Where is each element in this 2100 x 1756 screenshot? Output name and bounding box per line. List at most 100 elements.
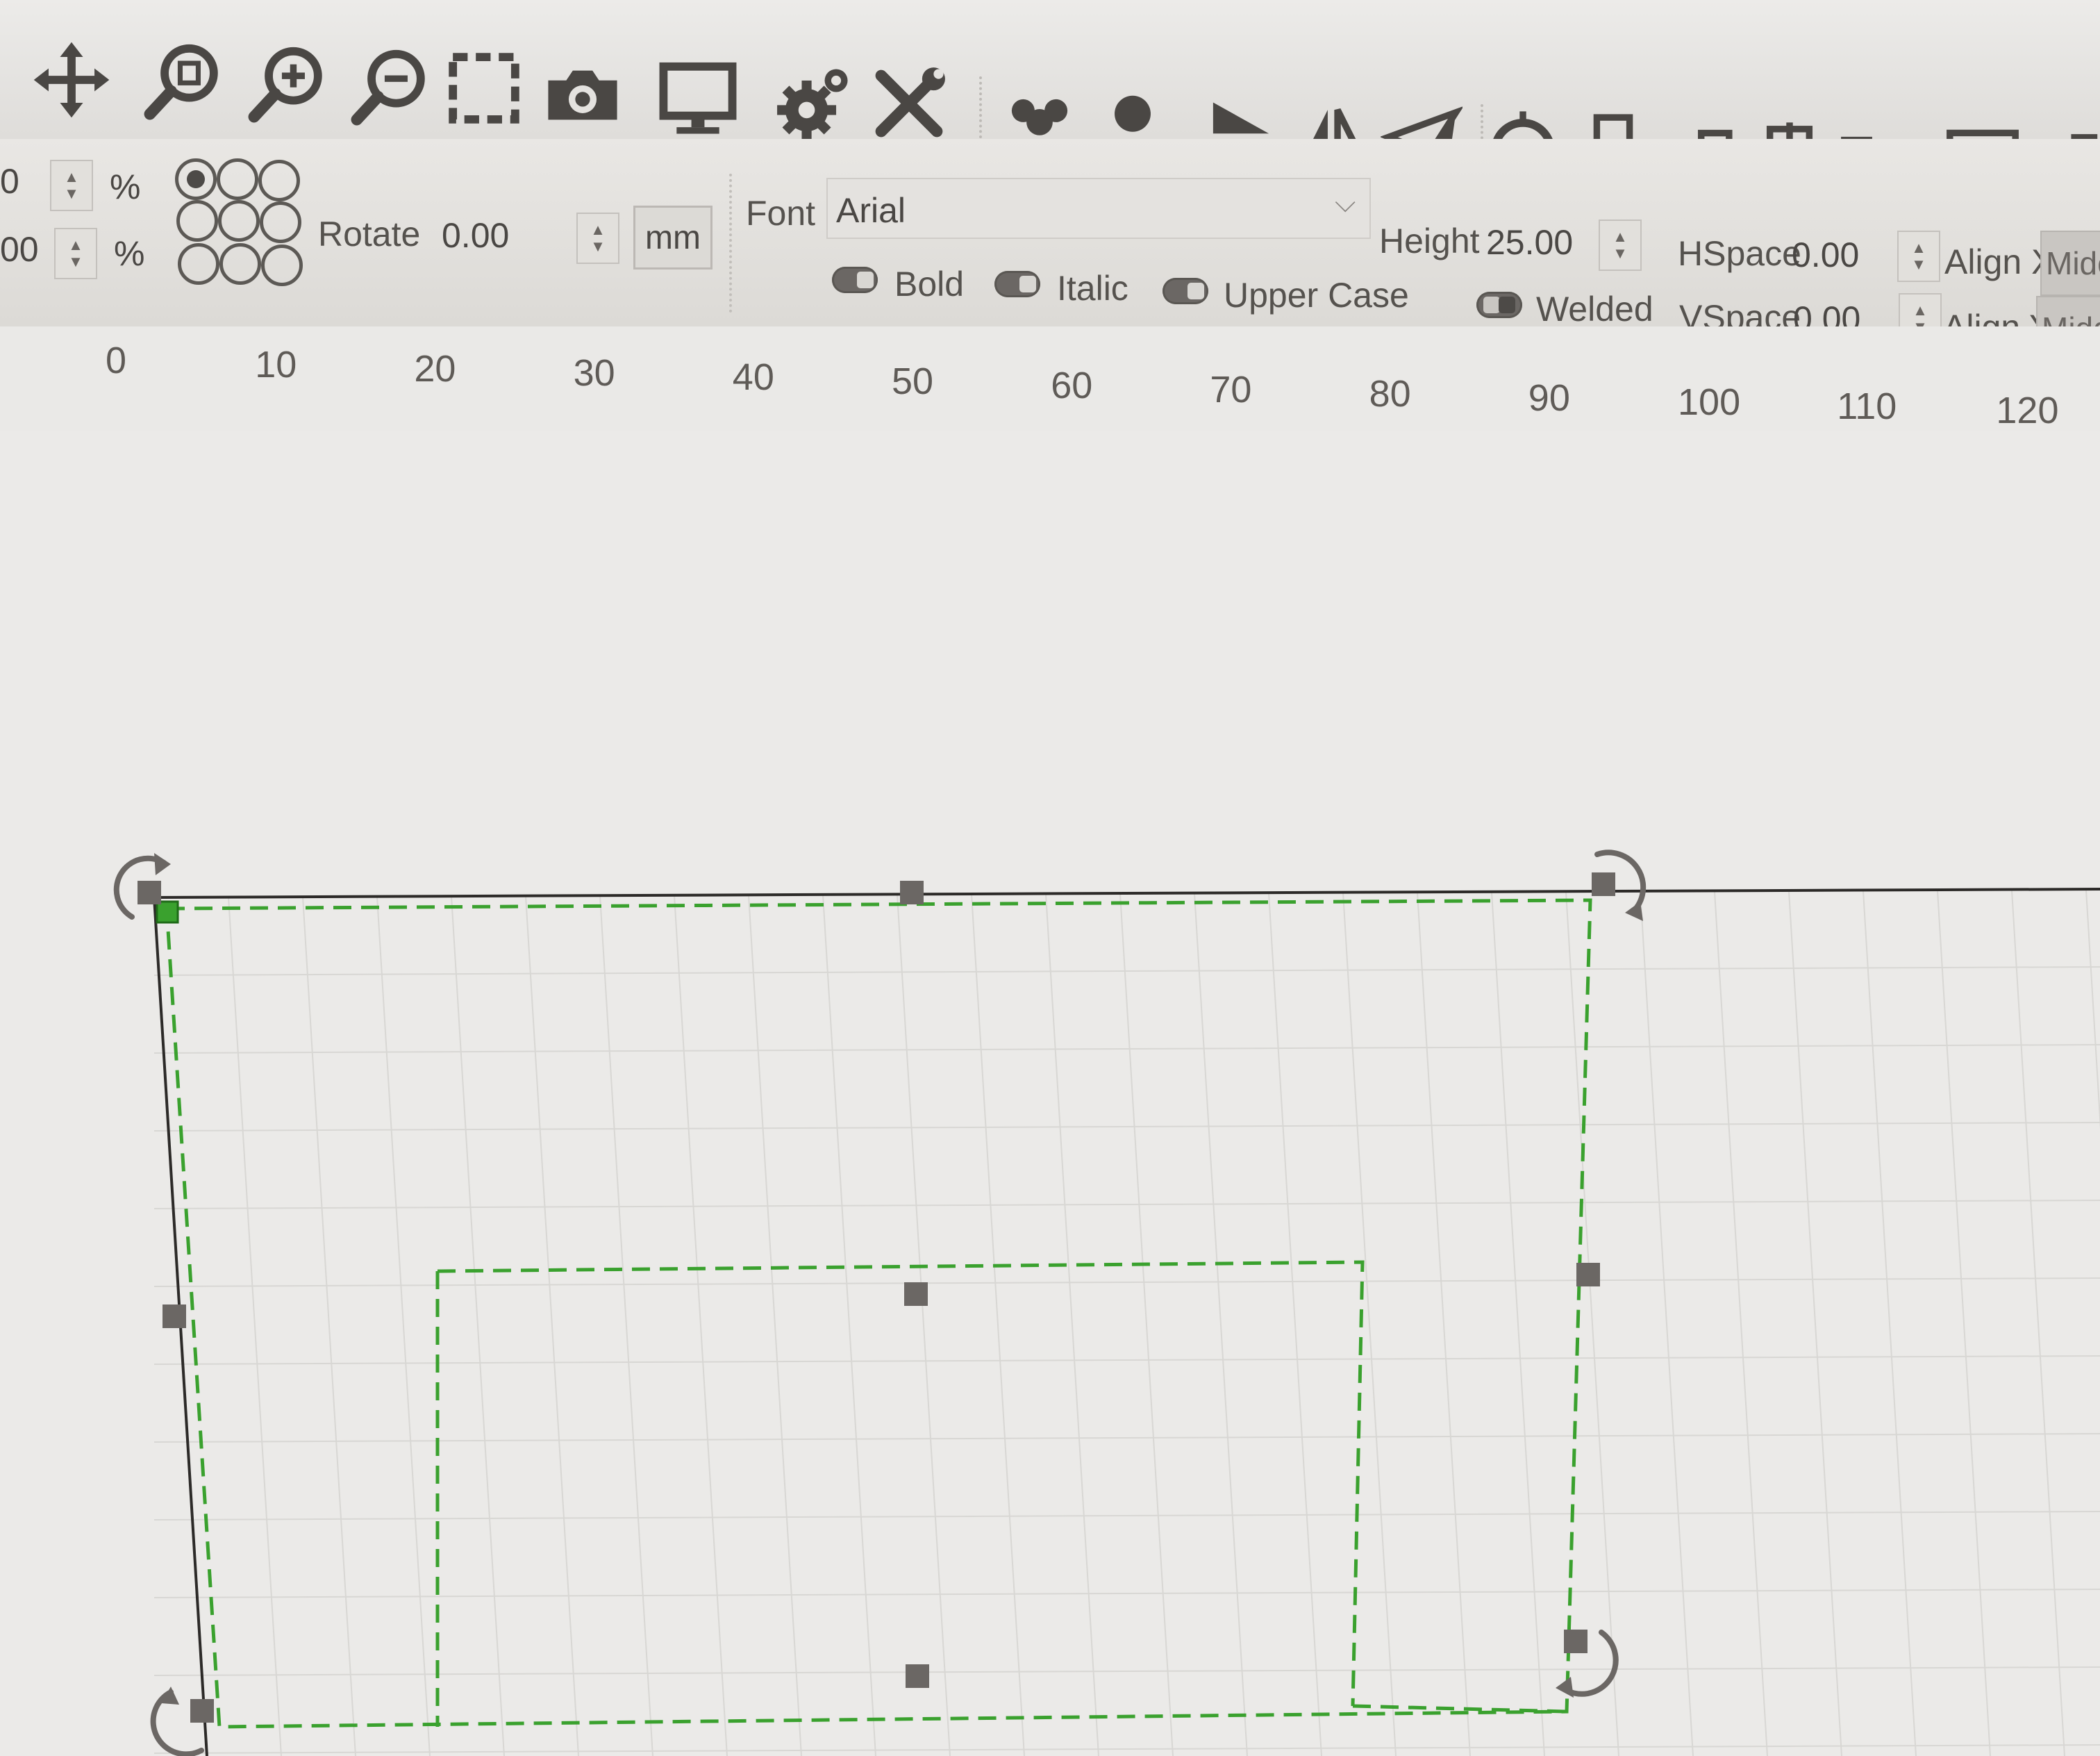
scale-x-percent: % (110, 167, 141, 206)
grid-line-vertical (1417, 893, 1471, 1756)
scale-y-spinner[interactable]: ▲ ▼ (54, 228, 97, 279)
height-spinner[interactable]: ▲ ▼ (1599, 220, 1642, 271)
grid-line-horizontal (153, 1511, 2100, 1521)
height-label: Height (1379, 222, 1480, 260)
grid-line-vertical (1268, 893, 1322, 1756)
select-frame-icon[interactable] (439, 43, 529, 133)
bold-label: Bold (894, 265, 965, 304)
grid-line-horizontal (153, 1744, 2100, 1754)
grid-line-vertical (897, 894, 951, 1756)
bold-toggle[interactable] (832, 267, 878, 293)
anchor-top-right[interactable] (258, 160, 300, 201)
upper-case-label: Upper Case (1224, 276, 1409, 315)
grid-line-vertical (1862, 891, 1917, 1756)
anchor-middle-right[interactable] (260, 201, 301, 243)
grid-line-vertical (674, 895, 728, 1756)
handle-top-center[interactable] (900, 881, 924, 904)
grid-line-horizontal (153, 1044, 2100, 1054)
camera-icon[interactable] (538, 50, 628, 140)
anchor-bottom-left[interactable] (178, 243, 219, 285)
handle-top-right[interactable] (1592, 872, 1615, 896)
scale-x-spinner[interactable]: ▲ ▼ (50, 160, 93, 211)
canvas-drawing (113, 850, 2100, 1756)
italic-label: Italic (1057, 269, 1128, 308)
ruler-tick-label: 60 (1051, 365, 1093, 406)
ruler-tick-label: 100 (1678, 381, 1741, 423)
design-canvas[interactable] (0, 431, 2100, 1756)
grid-line-vertical (822, 895, 876, 1756)
welded-label: Welded (1536, 290, 1653, 329)
ruler-tick-label: 70 (1210, 369, 1252, 411)
selection-outline-outer[interactable] (165, 898, 1592, 1729)
hspace-input[interactable]: 0.00 (1792, 235, 1859, 275)
hspace-label: HSpace (1678, 234, 1801, 273)
grid-line-horizontal (153, 1122, 2100, 1132)
font-combobox[interactable]: Arial ⌵ (826, 178, 1371, 239)
anchor-bottom-right[interactable] (261, 245, 303, 286)
italic-toggle[interactable] (994, 271, 1040, 297)
hspace-spinner[interactable]: ▲ ▼ (1897, 231, 1940, 282)
grid-line-horizontal (153, 1277, 2100, 1287)
grid-line-vertical (1342, 893, 1397, 1756)
ruler-tick-label: 80 (1369, 373, 1411, 415)
zoom-in-icon[interactable] (242, 39, 332, 129)
settings-icon[interactable] (768, 58, 858, 149)
ruler-tick-label: 20 (414, 348, 456, 390)
grid-line-vertical (2011, 890, 2065, 1756)
grid-line-vertical (971, 894, 1025, 1756)
rotate-input[interactable]: 0.00 (442, 215, 509, 256)
horizontal-ruler: 0 10 20 30 40 50 60 70 80 90 100 110 120 (0, 326, 2100, 431)
handle-top-left[interactable] (138, 881, 161, 904)
anchor-center[interactable] (218, 200, 260, 242)
grid-line-vertical (1788, 891, 1842, 1756)
anchor-top-center[interactable] (217, 158, 258, 200)
grid-line-vertical (2085, 890, 2100, 1130)
grid-line-vertical (748, 895, 802, 1756)
grid-line-vertical (1565, 892, 1619, 1756)
monitor-icon[interactable] (653, 54, 743, 144)
rotate-spinner[interactable]: ▲ ▼ (576, 213, 619, 264)
ruler-tick-label: 90 (1528, 377, 1570, 419)
grid-line-vertical (1491, 892, 1545, 1756)
font-combobox-value: Arial (836, 191, 906, 230)
zoom-out-icon[interactable] (344, 42, 435, 132)
grid-line-horizontal (153, 1433, 2100, 1443)
zoom-page-icon[interactable] (138, 36, 228, 126)
align-x-combobox[interactable]: Midc (2040, 231, 2100, 296)
inner-shape-bottom-edge[interactable] (1352, 1704, 1567, 1714)
anchor-bottom-center[interactable] (219, 243, 261, 285)
scale-x-input[interactable]: 0 (0, 161, 19, 201)
handle-bottom-center[interactable] (906, 1664, 929, 1688)
grid-line-vertical (1045, 894, 1099, 1756)
handle-center[interactable] (904, 1282, 928, 1306)
anchor-top-left[interactable] (175, 158, 217, 200)
welded-toggle[interactable] (1476, 292, 1522, 318)
tools-icon[interactable] (864, 58, 954, 149)
align-x-label: Align X (1944, 242, 2055, 281)
scale-y-percent: % (114, 234, 145, 273)
grid-line-horizontal (153, 1666, 2100, 1676)
grid-line-horizontal (153, 966, 2100, 976)
ruler-tick-label: 30 (573, 352, 615, 394)
grid-line-vertical (1714, 891, 1768, 1756)
propbar-separator (729, 174, 732, 313)
inner-shape-outline[interactable] (437, 1260, 1365, 1707)
property-bar: 0 ▲ ▼ % 00 ▲ ▼ % Rotate 0.00 ▲ ▼ mm Font Ar… (0, 139, 2100, 361)
handle-middle-left[interactable] (162, 1304, 186, 1328)
origin-marker (156, 900, 179, 924)
main-toolbar (0, 0, 2100, 206)
upper-case-toggle[interactable] (1162, 278, 1208, 304)
unit-toggle-button[interactable]: mm (633, 206, 712, 270)
ruler-tick-label: 40 (732, 356, 774, 398)
scale-y-input[interactable]: 00 (0, 229, 39, 270)
handle-middle-right[interactable] (1576, 1263, 1600, 1286)
grid-line-vertical (228, 897, 282, 1756)
height-input[interactable]: 25.00 (1486, 222, 1573, 263)
anchor-middle-left[interactable] (176, 200, 218, 242)
handle-bottom-right[interactable] (1564, 1630, 1588, 1653)
move-icon[interactable] (26, 35, 117, 125)
ruler-tick-label: 10 (255, 344, 297, 386)
chevron-down-icon[interactable]: ⌵ (1335, 188, 1356, 219)
ruler-tick-label: 0 (106, 340, 127, 381)
handle-bottom-left[interactable] (190, 1699, 214, 1723)
